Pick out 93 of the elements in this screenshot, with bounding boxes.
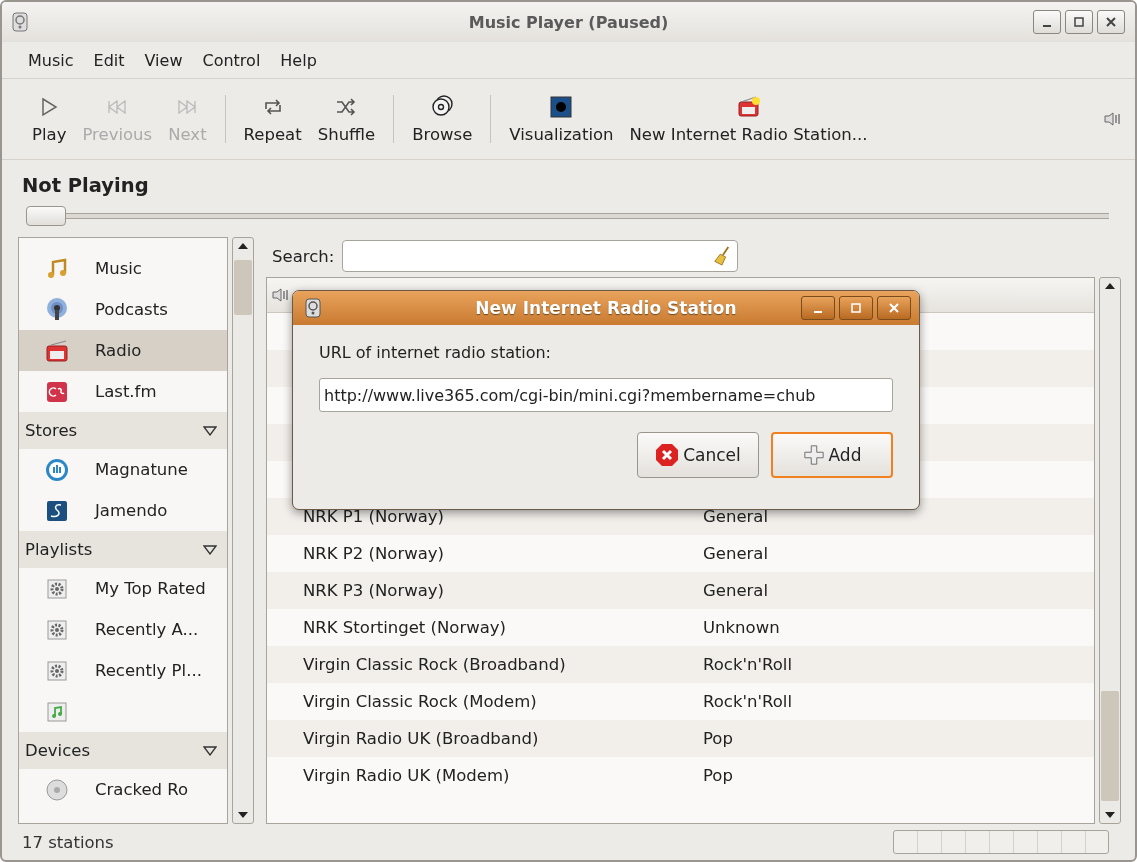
sidebar-item[interactable]: Cracked Ro (19, 769, 227, 810)
jamendo-icon (45, 498, 69, 523)
genre-cell: Pop (703, 766, 733, 785)
broom-icon[interactable] (713, 246, 732, 266)
maximize-icon (1073, 16, 1085, 28)
station-title-cell-text: Virgin Classic Rock (Broadband) (303, 655, 567, 674)
cancel-button[interactable]: Cancel (637, 432, 759, 478)
speaker-icon (271, 287, 291, 303)
scrollbar-thumb[interactable] (234, 260, 252, 315)
genre-cell: General (703, 544, 769, 563)
music-note-icon (45, 256, 69, 281)
sidebar-item[interactable]: Radio (19, 330, 227, 371)
magnatune-icon (45, 457, 69, 482)
scrollbar[interactable] (1099, 277, 1121, 824)
menu-item[interactable]: Edit (83, 46, 135, 74)
menu-item[interactable]: Help (270, 46, 327, 74)
station-title-cell-text: Virgin Classic Rock (Modem) (303, 692, 538, 711)
speaker-icon (12, 12, 28, 32)
sidebar-section-header[interactable]: Playlists (19, 531, 227, 568)
gear-icon (45, 576, 69, 601)
toolbar-button[interactable]: Play (24, 90, 75, 148)
station-title-cell-text: Virgin Radio UK (Modem) (303, 766, 511, 785)
maximize-button[interactable] (1065, 10, 1093, 34)
now-playing-title: Not Playing (21, 173, 150, 199)
close-button[interactable] (877, 296, 911, 320)
menu-item[interactable]: Music (18, 46, 84, 74)
down-arrow-icon[interactable] (238, 811, 248, 819)
minimize-button[interactable] (1033, 10, 1061, 34)
sidebar-item[interactable]: Recently A... (19, 609, 227, 650)
cancel-icon (655, 443, 680, 467)
triangle-icon (203, 425, 217, 436)
genre-cell: Unknown (703, 618, 780, 637)
plus-icon (802, 444, 825, 466)
sidebar-item[interactable]: Recently Pl... (19, 650, 227, 691)
dialog-title: New Internet Radio Station (475, 298, 737, 318)
menu-item[interactable]: View (134, 46, 193, 74)
station-title-cell-text: NRK P2 (Norway) (303, 544, 446, 563)
playlist-icon (45, 699, 69, 724)
sidebar-item[interactable]: Music (19, 248, 227, 289)
toolbar-button[interactable]: Shuffle (309, 90, 384, 148)
toolbar-button[interactable]: Repeat (235, 90, 310, 148)
radio-icon (736, 94, 761, 119)
triangle-icon (203, 745, 217, 756)
sidebar-item[interactable]: Last.fm (19, 371, 227, 412)
genre-cell: Pop (703, 729, 733, 748)
close-button[interactable] (1097, 10, 1125, 34)
down-arrow-icon[interactable] (1105, 811, 1115, 819)
menu-item[interactable]: Control (192, 46, 271, 74)
search-label: Search: (272, 246, 335, 266)
maximize-button[interactable] (839, 296, 873, 320)
up-arrow-icon[interactable] (1105, 282, 1115, 290)
sidebar-item[interactable]: Magnatune (19, 449, 227, 490)
genre-cell: General (703, 507, 769, 526)
minimize-icon (1043, 25, 1051, 27)
toolbar-button[interactable]: Browse (404, 90, 481, 148)
url-label: URL of internet radio station: (319, 343, 551, 362)
seek-slider-thumb[interactable] (26, 206, 66, 226)
speaker-icon (305, 298, 321, 318)
station-title-cell-text: NRK Stortinget (Norway) (303, 618, 507, 637)
gear-icon (45, 617, 69, 642)
genre-cell: Rock'n'Roll (703, 692, 792, 711)
screen-icon (549, 94, 574, 119)
discs-icon (430, 94, 455, 119)
sidebar-item[interactable]: Podcasts (19, 289, 227, 330)
disc-icon (45, 777, 69, 802)
sidebar-item[interactable]: My Top Rated (19, 568, 227, 609)
sidebar-section-header[interactable]: Stores (19, 412, 227, 449)
station-title-cell-text: Virgin Radio UK (Broadband) (303, 729, 540, 748)
genre-cell: Rock'n'Roll (703, 655, 792, 674)
station-title-cell-text: NRK P3 (Norway) (303, 581, 446, 600)
lastfm-icon (45, 379, 69, 404)
radio-icon (45, 338, 69, 363)
genre-cell: General (703, 581, 769, 600)
url-field[interactable]: http://www.live365.com/cgi-bin/mini.cgi?membername=chub (319, 378, 893, 412)
volume-icon[interactable] (1103, 111, 1123, 127)
status-text: 17 stations (22, 832, 114, 852)
sidebar-item[interactable]: Jamendo (19, 490, 227, 531)
up-arrow-icon[interactable] (238, 242, 248, 250)
maximize-icon (850, 302, 862, 314)
podcast-icon (45, 297, 69, 322)
gear-icon (45, 658, 69, 683)
add-button[interactable]: Add (771, 432, 893, 478)
toolbar-button[interactable]: Visualization (501, 90, 622, 148)
scrollbar[interactable] (232, 237, 254, 824)
window-title: Music Player (Paused) (468, 12, 669, 32)
toolbar-button[interactable]: New Internet Radio Station... (621, 90, 876, 148)
sidebar-section-header[interactable]: Devices (19, 732, 227, 769)
triangle-icon (203, 544, 217, 555)
close-icon (888, 302, 900, 314)
search-field[interactable] (342, 240, 739, 272)
scrollbar-thumb[interactable] (1101, 691, 1119, 801)
station-title-cell-text: NRK P1 (Norway) (303, 507, 446, 526)
close-icon (1105, 16, 1117, 28)
